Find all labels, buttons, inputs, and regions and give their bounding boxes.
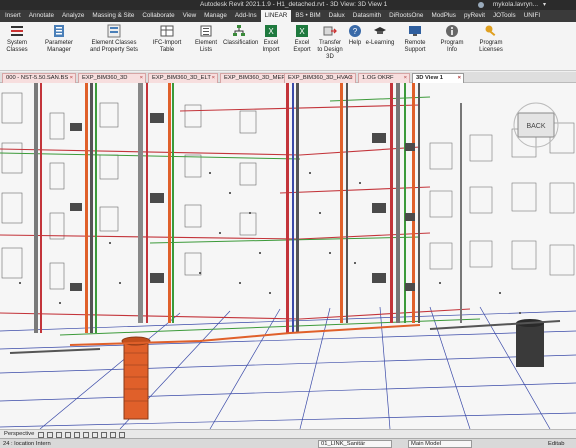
ribbon-tab-massing[interactable]: Massing & Site [88, 10, 138, 22]
view-mode-label[interactable]: Perspective [4, 431, 34, 437]
doc-tab-exp-mep[interactable]: EXP_BIM360_3D_MEP× [220, 73, 290, 83]
transfer-to-design-3d-button[interactable]: Transfer to Design 3D [316, 24, 344, 61]
vertical-risers [34, 83, 462, 333]
transfer-icon [323, 26, 337, 36]
document-tab-bar: 000 - NST-5.50.SAN.BS × EXP_BIM360_3D × EX… [0, 72, 576, 83]
e-learning-button[interactable]: e-Learning [365, 24, 395, 47]
detail-level-icon[interactable] [47, 431, 53, 438]
user-icon[interactable] [478, 2, 484, 8]
window-title: Autodesk Revit 2021.1.9 - H1_detached.rv… [200, 1, 388, 8]
ribbon-tab-dalux[interactable]: Dalux [325, 10, 349, 22]
dark-tank [516, 319, 544, 367]
show-crop-icon[interactable] [92, 431, 98, 438]
excel-icon: X [265, 25, 277, 37]
scale-icon[interactable] [38, 431, 44, 438]
status-bar: 24 : location Intern 01_LINK_Sanitär Mai… [0, 438, 576, 448]
close-icon[interactable]: × [70, 74, 73, 83]
view-control-bar: Perspective [0, 429, 576, 438]
user-name[interactable]: mykola.lavryn... [493, 1, 538, 8]
title-bar: Autodesk Revit 2021.1.9 - H1_detached.rv… [0, 0, 576, 10]
active-workset-field[interactable]: 01_LINK_Sanitär [318, 440, 392, 448]
info-icon [446, 25, 458, 37]
ribbon-tab-view[interactable]: View [179, 10, 201, 22]
ribbon-tab-insert[interactable]: Insert [1, 10, 25, 22]
ribbon-tab-modplus[interactable]: ModPlus [427, 10, 460, 22]
ribbon-tab-addins[interactable]: Add-Ins [231, 10, 261, 22]
ribbon-panel: System Classes Parameter Manager Element… [0, 22, 576, 71]
close-icon[interactable]: × [404, 74, 407, 83]
close-icon[interactable]: × [140, 74, 143, 83]
ribbon-tab-pyrevit[interactable]: pyRevit [460, 10, 489, 22]
classification-button[interactable]: Classification [223, 24, 258, 47]
ribbon-tab-bsbim[interactable]: BS • BIM [291, 10, 324, 22]
doc-tab-exp-hvac[interactable]: EXP_BIM360_3D_HVAC × [284, 73, 356, 83]
orange-tank [121, 336, 151, 420]
remote-support-button[interactable]: Remote Support [395, 24, 435, 54]
editable-only-toggle[interactable]: Editab [548, 441, 564, 447]
ribbon-tab-bar: Insert Annotate Analyze Massing & Site C… [0, 10, 576, 22]
hide-icon[interactable] [110, 431, 116, 438]
shadows-icon[interactable] [74, 431, 80, 438]
help-button[interactable]: ? Help [345, 24, 365, 47]
list-icon [200, 25, 212, 37]
help-icon: ? [349, 25, 361, 37]
ribbon-tab-annotate[interactable]: Annotate [25, 10, 58, 22]
key-icon [485, 25, 496, 37]
lock-icon[interactable] [101, 431, 107, 438]
ribbon-tab-manage[interactable]: Manage [200, 10, 231, 22]
crop-view-icon[interactable] [83, 431, 89, 438]
parameter-icon [54, 25, 64, 37]
svg-text:X: X [268, 27, 274, 36]
close-icon[interactable]: × [458, 74, 461, 83]
equipment-blocks [70, 113, 415, 291]
graduation-icon [374, 27, 386, 34]
excel-export-button[interactable]: X Excel Export [286, 24, 318, 54]
3d-viewport[interactable]: BACK [0, 83, 576, 429]
ribbon-tab-datasmith[interactable]: Datasmith [349, 10, 385, 22]
ribbon-tab-collaborate[interactable]: Collaborate [138, 10, 178, 22]
viewcube-label[interactable]: BACK [526, 123, 545, 130]
doc-tab-exp-3d[interactable]: EXP_BIM360_3D × [78, 73, 146, 83]
table-icon [160, 25, 174, 37]
reveal-icon[interactable] [119, 431, 125, 438]
close-icon[interactable]: × [350, 74, 353, 83]
classes-icon [107, 24, 121, 38]
svg-text:X: X [299, 27, 305, 36]
doc-tab-exp-elt[interactable]: EXP_BIM360_3D_ELT × [148, 73, 218, 83]
ifc-import-table-button[interactable]: IFC-Import Table [146, 24, 188, 54]
ribbon-tab-diroots[interactable]: DiRootsOne [385, 10, 427, 22]
program-licenses-button[interactable]: Program Licenses [469, 24, 513, 54]
parameter-manager-button[interactable]: Parameter Manager [36, 24, 82, 54]
element-lists-button[interactable]: Element Lists [189, 24, 223, 54]
building-facade-right [429, 122, 575, 276]
system-classes-button[interactable]: System Classes [0, 24, 34, 54]
design-option-field[interactable]: Main Model [408, 440, 472, 448]
visual-style-icon[interactable] [56, 431, 62, 438]
element-classes-button[interactable]: Element Classes and Property Sets [86, 24, 142, 54]
remote-icon [409, 26, 421, 36]
chevron-down-icon[interactable]: ▾ [543, 1, 546, 8]
close-icon[interactable]: × [212, 74, 215, 83]
doc-tab-og-okrf[interactable]: 1.OG OKRF × [358, 73, 410, 83]
list-icon [11, 26, 23, 36]
status-text: 24 : location Intern [3, 441, 51, 447]
ribbon-tab-unifi[interactable]: UNIFI [520, 10, 544, 22]
model-render[interactable]: BACK [0, 83, 576, 429]
ribbon-tab-linear[interactable]: LINEAR [260, 10, 292, 22]
svg-text:?: ? [353, 27, 358, 36]
doc-tab-nst[interactable]: 000 - NST-5.50.SAN.BS × [2, 73, 76, 83]
sun-path-icon[interactable] [65, 431, 71, 438]
doc-tab-3d-view-1[interactable]: 3D View 1 × [412, 73, 464, 83]
excel-icon: X [296, 25, 308, 37]
tree-icon [233, 25, 245, 36]
excel-import-button[interactable]: X Excel Import [255, 24, 287, 54]
ribbon-tab-jotools[interactable]: JOTools [489, 10, 520, 22]
ribbon-tab-analyze[interactable]: Analyze [58, 10, 88, 22]
program-info-button[interactable]: Program Info [435, 24, 469, 54]
